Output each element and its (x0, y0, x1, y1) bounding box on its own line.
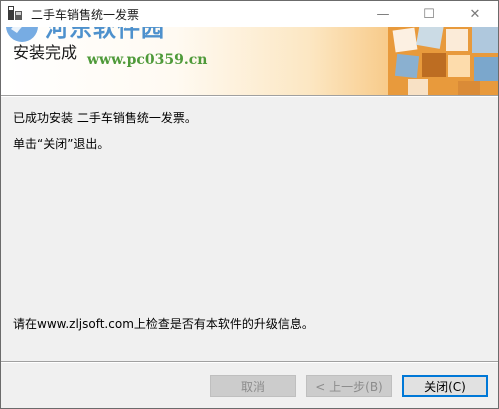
footer-divider-highlight (1, 362, 498, 363)
install-success-message: 已成功安装 二手车销售统一发票。 (13, 111, 197, 125)
cancel-button[interactable]: 取消 (210, 375, 296, 397)
watermark-url: www.pc0359.cn (87, 52, 208, 68)
pc0359-logo-icon (6, 27, 38, 42)
installer-window: 二手车销售统一发票 — ☐ ✕ 安装完成 河东软件园 www.pc0359.cn (0, 0, 499, 409)
installer-banner-art (388, 27, 498, 95)
installer-app-icon (8, 6, 22, 20)
close-instruction: 单击“关闭”退出。 (13, 137, 110, 151)
close-button[interactable]: 关闭(C) (402, 375, 488, 397)
close-window-button[interactable]: ✕ (452, 1, 498, 27)
banner-divider-highlight (1, 96, 498, 97)
maximize-button[interactable]: ☐ (406, 1, 452, 27)
minimize-icon: — (376, 6, 390, 22)
installer-banner: 安装完成 河东软件园 www.pc0359.cn (1, 27, 498, 95)
back-button[interactable]: < 上一步(B) (306, 375, 392, 397)
title-bar[interactable]: 二手车销售统一发票 — ☐ ✕ (1, 1, 498, 27)
maximize-icon: ☐ (423, 6, 435, 22)
window-title: 二手车销售统一发票 (31, 8, 140, 22)
watermark-title: 河东软件园 (45, 27, 165, 42)
close-icon: ✕ (469, 6, 481, 22)
minimize-button[interactable]: — (360, 1, 406, 27)
upgrade-info-message: 请在www.zljsoft.com上检查是否有本软件的升级信息。 (13, 317, 314, 331)
